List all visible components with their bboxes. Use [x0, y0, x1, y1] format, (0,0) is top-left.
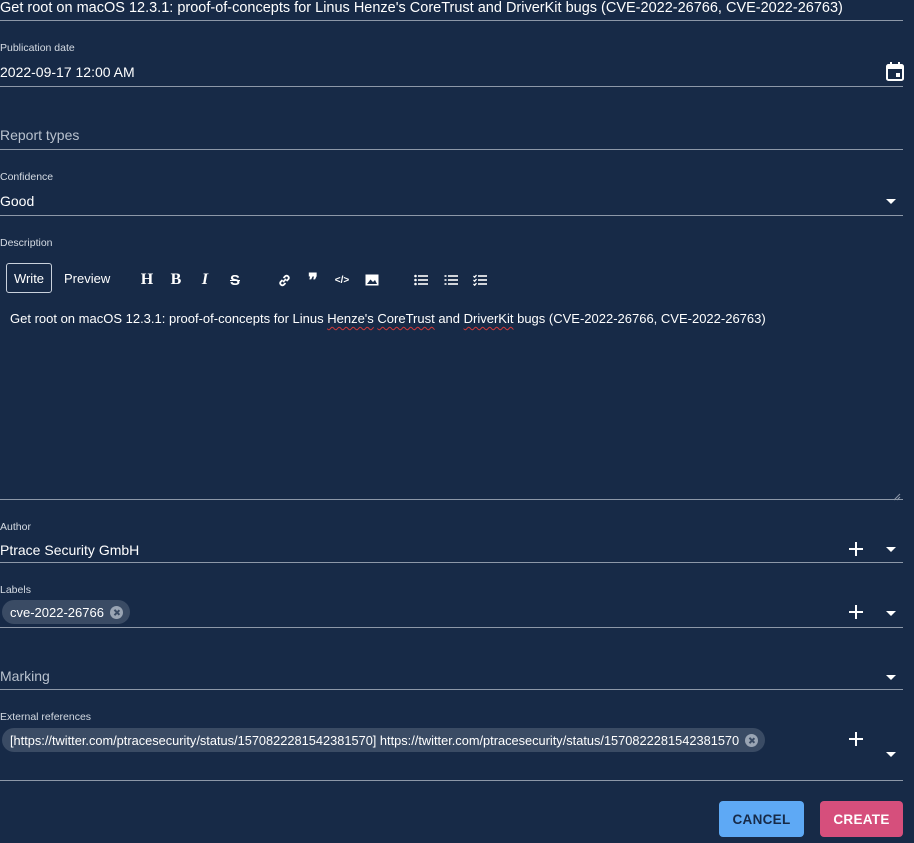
report-types-select[interactable]: Report types [0, 127, 79, 143]
external-reference-chip-text: [https://twitter.com/ptracesecurity/stat… [10, 732, 740, 748]
create-button[interactable]: CREATE [820, 801, 903, 837]
add-external-reference-icon[interactable] [849, 732, 863, 746]
calendar-icon[interactable] [886, 62, 904, 81]
label-chip[interactable]: cve-2022-26766 [2, 600, 130, 624]
add-label-icon[interactable] [849, 605, 863, 619]
report-types-underline [0, 149, 903, 150]
quote-icon[interactable]: ❞ [305, 270, 321, 291]
heading-icon[interactable]: H [139, 271, 155, 288]
remove-label-icon[interactable] [109, 605, 123, 619]
image-icon[interactable] [364, 272, 380, 288]
description-textarea[interactable]: Get root on macOS 12.3.1: proof-of-conce… [0, 300, 903, 501]
external-references-underline [0, 780, 903, 781]
bulleted-list-icon[interactable] [413, 272, 429, 288]
author-label: Author [0, 521, 31, 533]
external-references-dropdown-arrow-icon[interactable] [886, 752, 896, 757]
labels-underline [0, 627, 903, 628]
marking-select[interactable]: Marking [0, 668, 50, 684]
labels-label: Labels [0, 584, 31, 596]
publication-date-input[interactable]: 2022-09-17 12:00 AM [0, 64, 135, 80]
description-text: Get root on macOS 12.3.1: proof-of-conce… [10, 311, 766, 326]
preview-tab[interactable]: Preview [64, 271, 110, 286]
cancel-button[interactable]: CANCEL [719, 801, 804, 837]
checklist-icon[interactable] [472, 272, 488, 288]
confidence-label: Confidence [0, 171, 54, 183]
code-icon[interactable]: </> [334, 272, 350, 288]
external-references-label: External references [0, 711, 92, 723]
remove-external-reference-icon[interactable] [745, 733, 759, 747]
add-author-icon[interactable] [849, 542, 863, 556]
author-underline [0, 562, 903, 563]
link-icon[interactable] [276, 272, 292, 288]
confidence-underline [0, 215, 903, 216]
numbered-list-icon[interactable] [443, 272, 459, 288]
marking-underline [0, 689, 903, 690]
publication-date-label: Publication date [0, 42, 75, 54]
write-tab[interactable]: Write [6, 263, 52, 293]
author-select[interactable]: Ptrace Security GmbH [0, 542, 139, 558]
resize-handle-icon[interactable] [893, 488, 901, 501]
marking-dropdown-arrow-icon[interactable] [886, 675, 896, 680]
external-reference-chip[interactable]: [https://twitter.com/ptracesecurity/stat… [2, 728, 766, 752]
confidence-select[interactable]: Good [0, 193, 34, 209]
description-label: Description [0, 237, 53, 249]
bold-icon[interactable]: B [168, 271, 184, 288]
strikethrough-icon[interactable]: S [227, 272, 243, 289]
confidence-dropdown-arrow-icon[interactable] [886, 199, 896, 204]
title-field-underline [0, 20, 903, 21]
publication-date-underline [0, 86, 903, 87]
italic-icon[interactable]: I [197, 271, 213, 288]
label-chip-text: cve-2022-26766 [10, 604, 104, 620]
author-dropdown-arrow-icon[interactable] [886, 547, 896, 552]
labels-dropdown-arrow-icon[interactable] [886, 611, 896, 616]
title-field[interactable]: Get root on macOS 12.3.1: proof-of-conce… [0, 0, 843, 16]
